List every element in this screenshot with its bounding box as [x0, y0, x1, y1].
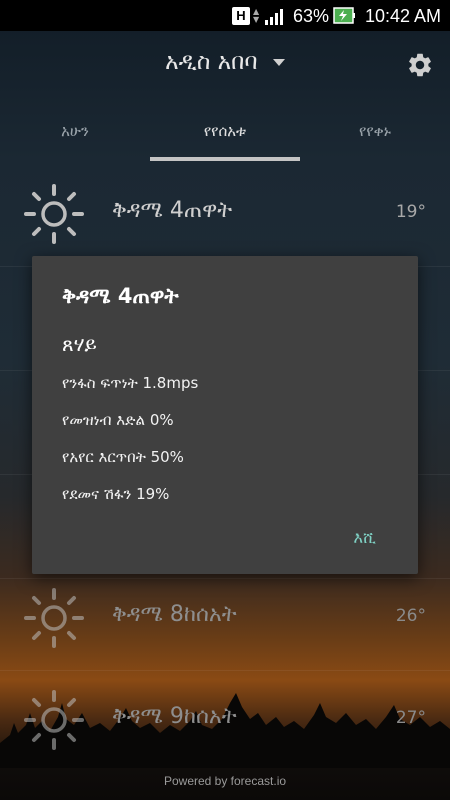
forecast-detail-dialog: ቅዳሜ 4ጠዋት ጸሃይ የንፋስ ፍጥነት 1.8mps የመዝነብ እድል … [32, 256, 418, 574]
data-activity-icon: ▲ ▼ [253, 7, 260, 24]
tab-indicator [150, 157, 300, 161]
signal-icon [265, 9, 283, 25]
dialog-summary: ጸሃይ [62, 332, 97, 356]
forecast-time: ቅዳሜ 9ከሰአት [112, 704, 237, 729]
status-clock: 10:42 AM [365, 6, 442, 26]
forecast-row[interactable]: ቅዳሜ 9ከሰአት 27° [0, 668, 450, 772]
humidity-text: የአየር እርጥበት 50% [62, 448, 184, 466]
tab-hourly[interactable]: የየሰአቱ [150, 112, 300, 160]
attribution-footer[interactable]: Powered by forecast.io [0, 774, 450, 788]
sun-icon [24, 588, 84, 648]
sun-icon [24, 690, 84, 750]
forecast-row[interactable]: ቅዳሜ 4ጠዋት 19° [0, 162, 450, 267]
forecast-temp: 26° [395, 606, 426, 626]
forecast-time: ቅዳሜ 4ጠዋት [112, 198, 233, 223]
battery-percent: 63% [293, 6, 330, 26]
network-type-badge: H [232, 7, 250, 25]
forecast-row[interactable]: ቅዳሜ 8ከሰአት 26° [0, 566, 450, 671]
battery-charging-icon [333, 7, 355, 24]
city-selector[interactable]: አዲስ አበባ [0, 49, 450, 75]
cloud-cover-text: የደመና ሽፋን 19% [62, 485, 170, 503]
dropdown-caret-icon [272, 58, 285, 66]
tab-bar: አሁን የየሰአቱ የየቀኑ [0, 112, 450, 162]
tab-daily[interactable]: የየቀኑ [300, 112, 450, 160]
dialog-title: ቅዳሜ 4ጠዋት [62, 284, 179, 308]
app-bar: አዲስ አበባ [0, 31, 450, 103]
gear-icon[interactable] [406, 51, 434, 79]
forecast-time: ቅዳሜ 8ከሰአት [112, 602, 237, 627]
wind-speed-text: የንፋስ ፍጥነት 1.8mps [62, 374, 199, 392]
sun-icon [24, 184, 84, 244]
city-name: አዲስ አበባ [165, 49, 258, 75]
status-bar: H ▲ ▼ 63% 10:42 AM [0, 0, 450, 31]
forecast-temp: 19° [395, 202, 426, 222]
forecast-temp: 27° [395, 708, 426, 728]
tab-now[interactable]: አሁን [0, 112, 150, 160]
ok-button[interactable]: እሺ [353, 528, 376, 548]
precipitation-chance-text: የመዝነብ እድል 0% [62, 411, 174, 429]
